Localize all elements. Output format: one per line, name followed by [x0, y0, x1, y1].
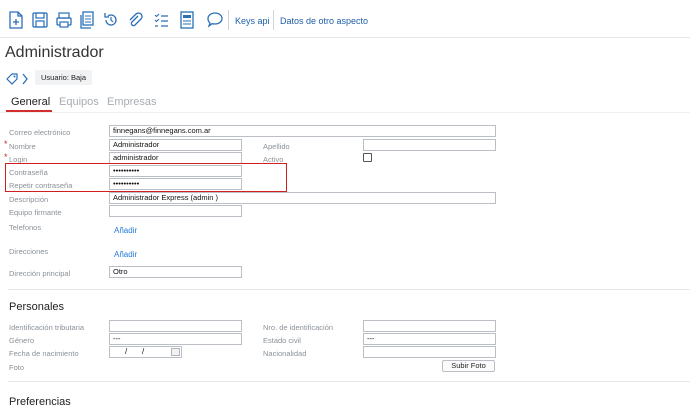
add-telefono-link[interactable]: Añadir	[114, 226, 137, 235]
repeat-password-field[interactable]: ••••••••••	[109, 178, 242, 190]
estado-civil-label: Estado civil	[263, 336, 301, 345]
section-divider	[8, 381, 690, 382]
nacionalidad-label: Nacionalidad	[263, 349, 307, 358]
activo-checkbox[interactable]	[363, 153, 372, 162]
genero-label: Género	[9, 336, 35, 345]
estado-civil-select[interactable]: ---	[363, 333, 496, 345]
keys-api-link[interactable]: Keys api	[235, 16, 270, 26]
identificacion-tributaria-label: Identificación tributaria	[9, 323, 85, 332]
nombre-field[interactable]: Administrador	[109, 139, 242, 151]
nombre-label: Nombre	[9, 142, 36, 151]
list-icon[interactable]	[152, 11, 170, 29]
nacionalidad-field[interactable]	[363, 346, 496, 358]
status-badge: Usuario: Baja	[35, 70, 93, 85]
attach-icon[interactable]	[126, 11, 144, 29]
identificacion-tributaria-field[interactable]	[109, 320, 242, 332]
preferencias-title: Preferencias	[9, 396, 71, 408]
repeat-password-label: Repetir contraseña	[9, 181, 73, 190]
apellido-field[interactable]	[363, 139, 496, 151]
apellido-label: Apellido	[263, 142, 290, 151]
nro-identificacion-field[interactable]	[363, 320, 496, 332]
calendar-icon[interactable]	[171, 348, 180, 356]
date-separator: /	[125, 347, 128, 356]
equipo-firmante-label: Equipo firmante	[9, 208, 62, 217]
direcciones-label: Direcciones	[9, 247, 49, 256]
telefonos-label: Telefonos	[9, 223, 42, 232]
direccion-principal-label: Dirección principal	[9, 269, 71, 278]
required-marker: *	[4, 152, 8, 162]
section-divider	[8, 289, 690, 290]
direccion-principal-select[interactable]: Otro	[109, 266, 242, 278]
descripcion-label: Descripción	[9, 195, 49, 204]
tab-equipos[interactable]: Equipos	[59, 96, 99, 108]
comment-icon[interactable]	[206, 11, 224, 29]
personales-title: Personales	[9, 301, 65, 313]
toolbar-separator	[273, 10, 274, 30]
required-marker: *	[4, 139, 8, 149]
descripcion-field[interactable]: Administrador Express (admin )	[109, 192, 496, 204]
report-icon[interactable]	[178, 11, 196, 29]
fecha-nacimiento-label: Fecha de nacimiento	[9, 349, 79, 358]
chevron-right-icon	[21, 72, 29, 85]
genero-select[interactable]: ---	[109, 333, 242, 345]
password-label: Contraseña	[9, 168, 48, 177]
foto-label: Foto	[9, 363, 25, 372]
history-icon[interactable]	[102, 11, 120, 29]
copy-icon[interactable]	[78, 11, 96, 29]
tag-icon[interactable]	[6, 72, 18, 85]
toolbar: Keys api Datos de otro aspecto	[0, 0, 690, 38]
equipo-firmante-field[interactable]	[109, 205, 242, 217]
print-icon[interactable]	[55, 11, 73, 29]
email-label: Correo electrónico	[9, 128, 71, 137]
date-separator: /	[142, 347, 145, 356]
new-document-icon[interactable]	[7, 11, 25, 29]
upload-photo-button[interactable]: Subir Foto	[442, 360, 495, 372]
password-field[interactable]: ••••••••••	[109, 165, 242, 177]
email-field[interactable]: finnegans@finnegans.com.ar	[109, 125, 496, 137]
add-direccion-link[interactable]: Añadir	[114, 250, 137, 259]
other-aspect-link[interactable]: Datos de otro aspecto	[280, 16, 368, 26]
toolbar-separator	[228, 10, 229, 30]
tab-empresas[interactable]: Empresas	[107, 96, 157, 108]
nro-identificacion-label: Nro. de identificación	[263, 323, 334, 332]
tabs-divider	[0, 112, 690, 113]
save-icon[interactable]	[31, 11, 49, 29]
page-title: Administrador	[5, 44, 104, 61]
tab-general[interactable]: General	[11, 96, 50, 108]
